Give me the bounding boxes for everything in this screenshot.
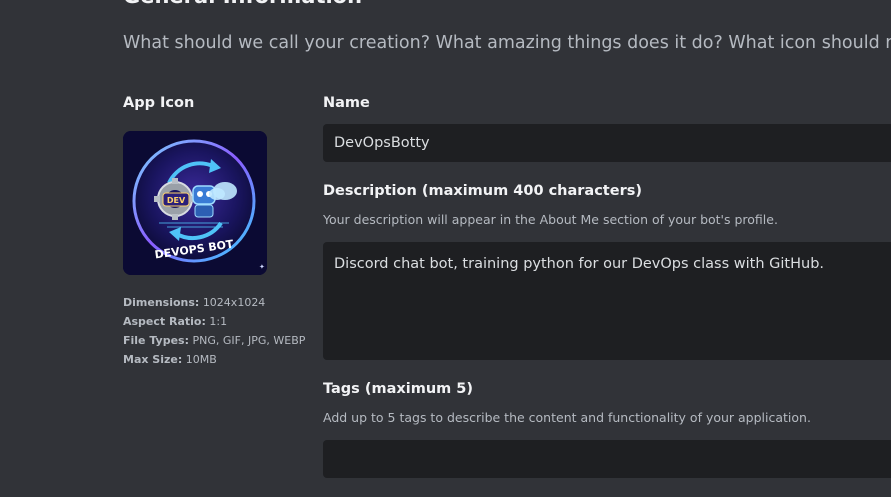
description-label: Description (maximum 400 characters) xyxy=(323,183,642,199)
tags-input[interactable] xyxy=(323,440,891,478)
meta-aspect-ratio: Aspect Ratio: 1:1 xyxy=(123,315,228,328)
meta-max-size: Max Size: 10MB xyxy=(123,353,217,366)
app-icon-requirements: Dimensions: 1024x1024 Aspect Ratio: 1:1 … xyxy=(123,293,305,369)
page-subtitle: What should we call your creation? What … xyxy=(123,33,891,53)
name-label: Name xyxy=(323,95,370,111)
general-information-page: General Information What should we call … xyxy=(0,0,891,497)
page-title: General Information xyxy=(123,0,362,8)
tags-help: Add up to 5 tags to describe the content… xyxy=(323,410,811,425)
meta-file-types: File Types: PNG, GIF, JPG, WEBP xyxy=(123,334,306,347)
description-help: Your description will appear in the Abou… xyxy=(323,212,778,227)
tags-label: Tags (maximum 5) xyxy=(323,381,474,397)
meta-dimensions: Dimensions: 1024x1024 xyxy=(123,296,266,309)
svg-text:✦: ✦ xyxy=(259,263,265,271)
description-textarea[interactable]: Discord chat bot, training python for ou… xyxy=(323,242,891,360)
app-icon-upload[interactable]: DEV DEVOPS BOT ✦ xyxy=(123,131,267,275)
name-value: DevOpsBotty xyxy=(334,135,430,151)
app-icon-label: App Icon xyxy=(123,95,195,111)
svg-text:DEV: DEV xyxy=(167,196,186,205)
description-value: Discord chat bot, training python for ou… xyxy=(334,256,825,272)
app-icon-section: App Icon DEV DEVOPS BOT ✦ Dimensions: 10… xyxy=(123,95,305,366)
devops-bot-logo-icon: DEV DEVOPS BOT ✦ xyxy=(123,131,267,275)
name-input[interactable]: DevOpsBotty xyxy=(323,124,891,162)
